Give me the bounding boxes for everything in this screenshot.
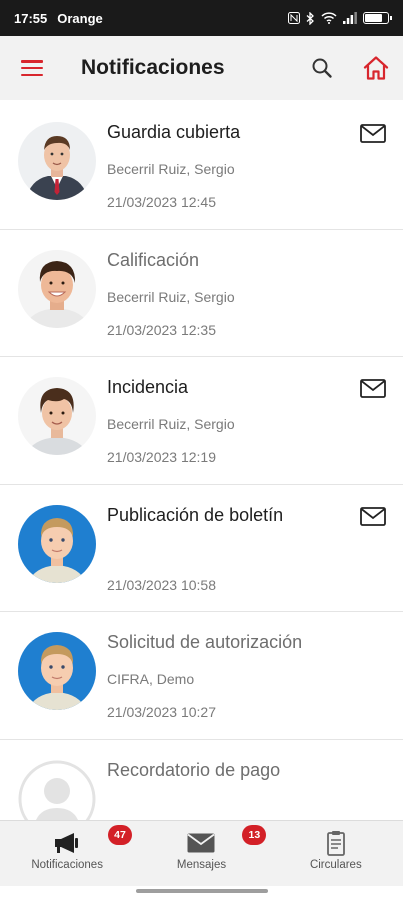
notification-sender: Becerril Ruiz, Sergio bbox=[107, 161, 235, 177]
notification-item[interactable]: Incidencia Becerril Ruiz, Sergio 21/03/2… bbox=[0, 357, 403, 485]
gesture-bar bbox=[0, 886, 403, 900]
notification-item[interactable]: Publicación de boletín 21/03/2023 10:58 bbox=[0, 485, 403, 612]
notification-date: 21/03/2023 12:35 bbox=[107, 321, 216, 338]
app-header: Notificaciones bbox=[0, 36, 403, 100]
tab-label: Notificaciones bbox=[31, 859, 103, 871]
bluetooth-icon bbox=[306, 11, 314, 25]
notification-item[interactable]: Calificación Becerril Ruiz, Sergio 21/03… bbox=[0, 230, 403, 357]
notification-date: 21/03/2023 10:27 bbox=[107, 704, 216, 720]
notification-date: 21/03/2023 12:45 bbox=[107, 194, 216, 210]
status-bar: 17:55 Orange bbox=[0, 0, 403, 36]
search-icon[interactable] bbox=[310, 56, 334, 80]
notification-sender: Becerril Ruiz, Sergio bbox=[107, 416, 235, 432]
avatar-smiling-man bbox=[18, 249, 96, 328]
home-icon[interactable] bbox=[362, 54, 390, 82]
avatar-toddler-blue bbox=[18, 504, 96, 583]
notification-date: 21/03/2023 12:19 bbox=[107, 449, 216, 465]
page-title: Notificaciones bbox=[81, 56, 225, 79]
unread-mail-icon bbox=[360, 379, 386, 398]
bottom-navigation: Notificaciones 47 Mensajes 13 Circulares bbox=[0, 820, 403, 886]
unread-mail-icon bbox=[360, 506, 386, 526]
tab-label: Mensajes bbox=[176, 859, 227, 871]
notification-count-badge: 47 bbox=[108, 825, 132, 845]
notification-subject: Guardia cubierta bbox=[107, 122, 241, 142]
notification-subject: Calificación bbox=[107, 249, 200, 270]
notification-subject: Recordatorio de pago bbox=[107, 759, 281, 780]
tab-circulares[interactable]: Circulares bbox=[269, 821, 403, 886]
notification-sender: CIFRA, Demo bbox=[107, 671, 195, 687]
tab-notificaciones[interactable]: Notificaciones 47 bbox=[0, 821, 134, 886]
nfc-icon bbox=[288, 12, 300, 24]
signal-icon bbox=[343, 12, 357, 24]
notification-subject: Publicación de boletín bbox=[107, 504, 284, 525]
status-icons bbox=[288, 11, 392, 25]
tab-mensajes[interactable]: Mensajes 13 bbox=[134, 821, 268, 886]
avatar-man-in-suit bbox=[18, 122, 96, 200]
message-count-badge: 13 bbox=[242, 825, 267, 845]
envelope-icon bbox=[187, 833, 216, 853]
status-carrier: Orange bbox=[57, 10, 103, 26]
wifi-icon bbox=[321, 12, 337, 24]
avatar-toddler-blue bbox=[18, 632, 96, 710]
notification-list[interactable]: Guardia cubierta Becerril Ruiz, Sergio 2… bbox=[0, 102, 403, 820]
status-time: 17:55 bbox=[14, 10, 48, 26]
clipboard-icon bbox=[326, 831, 345, 856]
tab-label: Circulares bbox=[309, 859, 362, 871]
notification-item[interactable]: Guardia cubierta Becerril Ruiz, Sergio 2… bbox=[0, 102, 403, 230]
home-indicator[interactable] bbox=[136, 889, 268, 893]
notification-subject: Incidencia bbox=[107, 377, 189, 397]
notification-item[interactable]: Recordatorio de pago bbox=[0, 740, 403, 820]
battery-icon bbox=[363, 12, 392, 24]
notification-sender: Becerril Ruiz, Sergio bbox=[107, 288, 235, 305]
notification-subject: Solicitud de autorización bbox=[107, 632, 303, 652]
menu-icon[interactable] bbox=[21, 60, 43, 76]
avatar-placeholder-person bbox=[18, 760, 96, 820]
avatar-child-boy bbox=[18, 377, 96, 455]
notification-item[interactable]: Solicitud de autorización CIFRA, Demo 21… bbox=[0, 612, 403, 740]
notification-date: 21/03/2023 10:58 bbox=[107, 576, 216, 593]
unread-mail-icon bbox=[360, 124, 386, 143]
megaphone-icon bbox=[55, 833, 79, 853]
